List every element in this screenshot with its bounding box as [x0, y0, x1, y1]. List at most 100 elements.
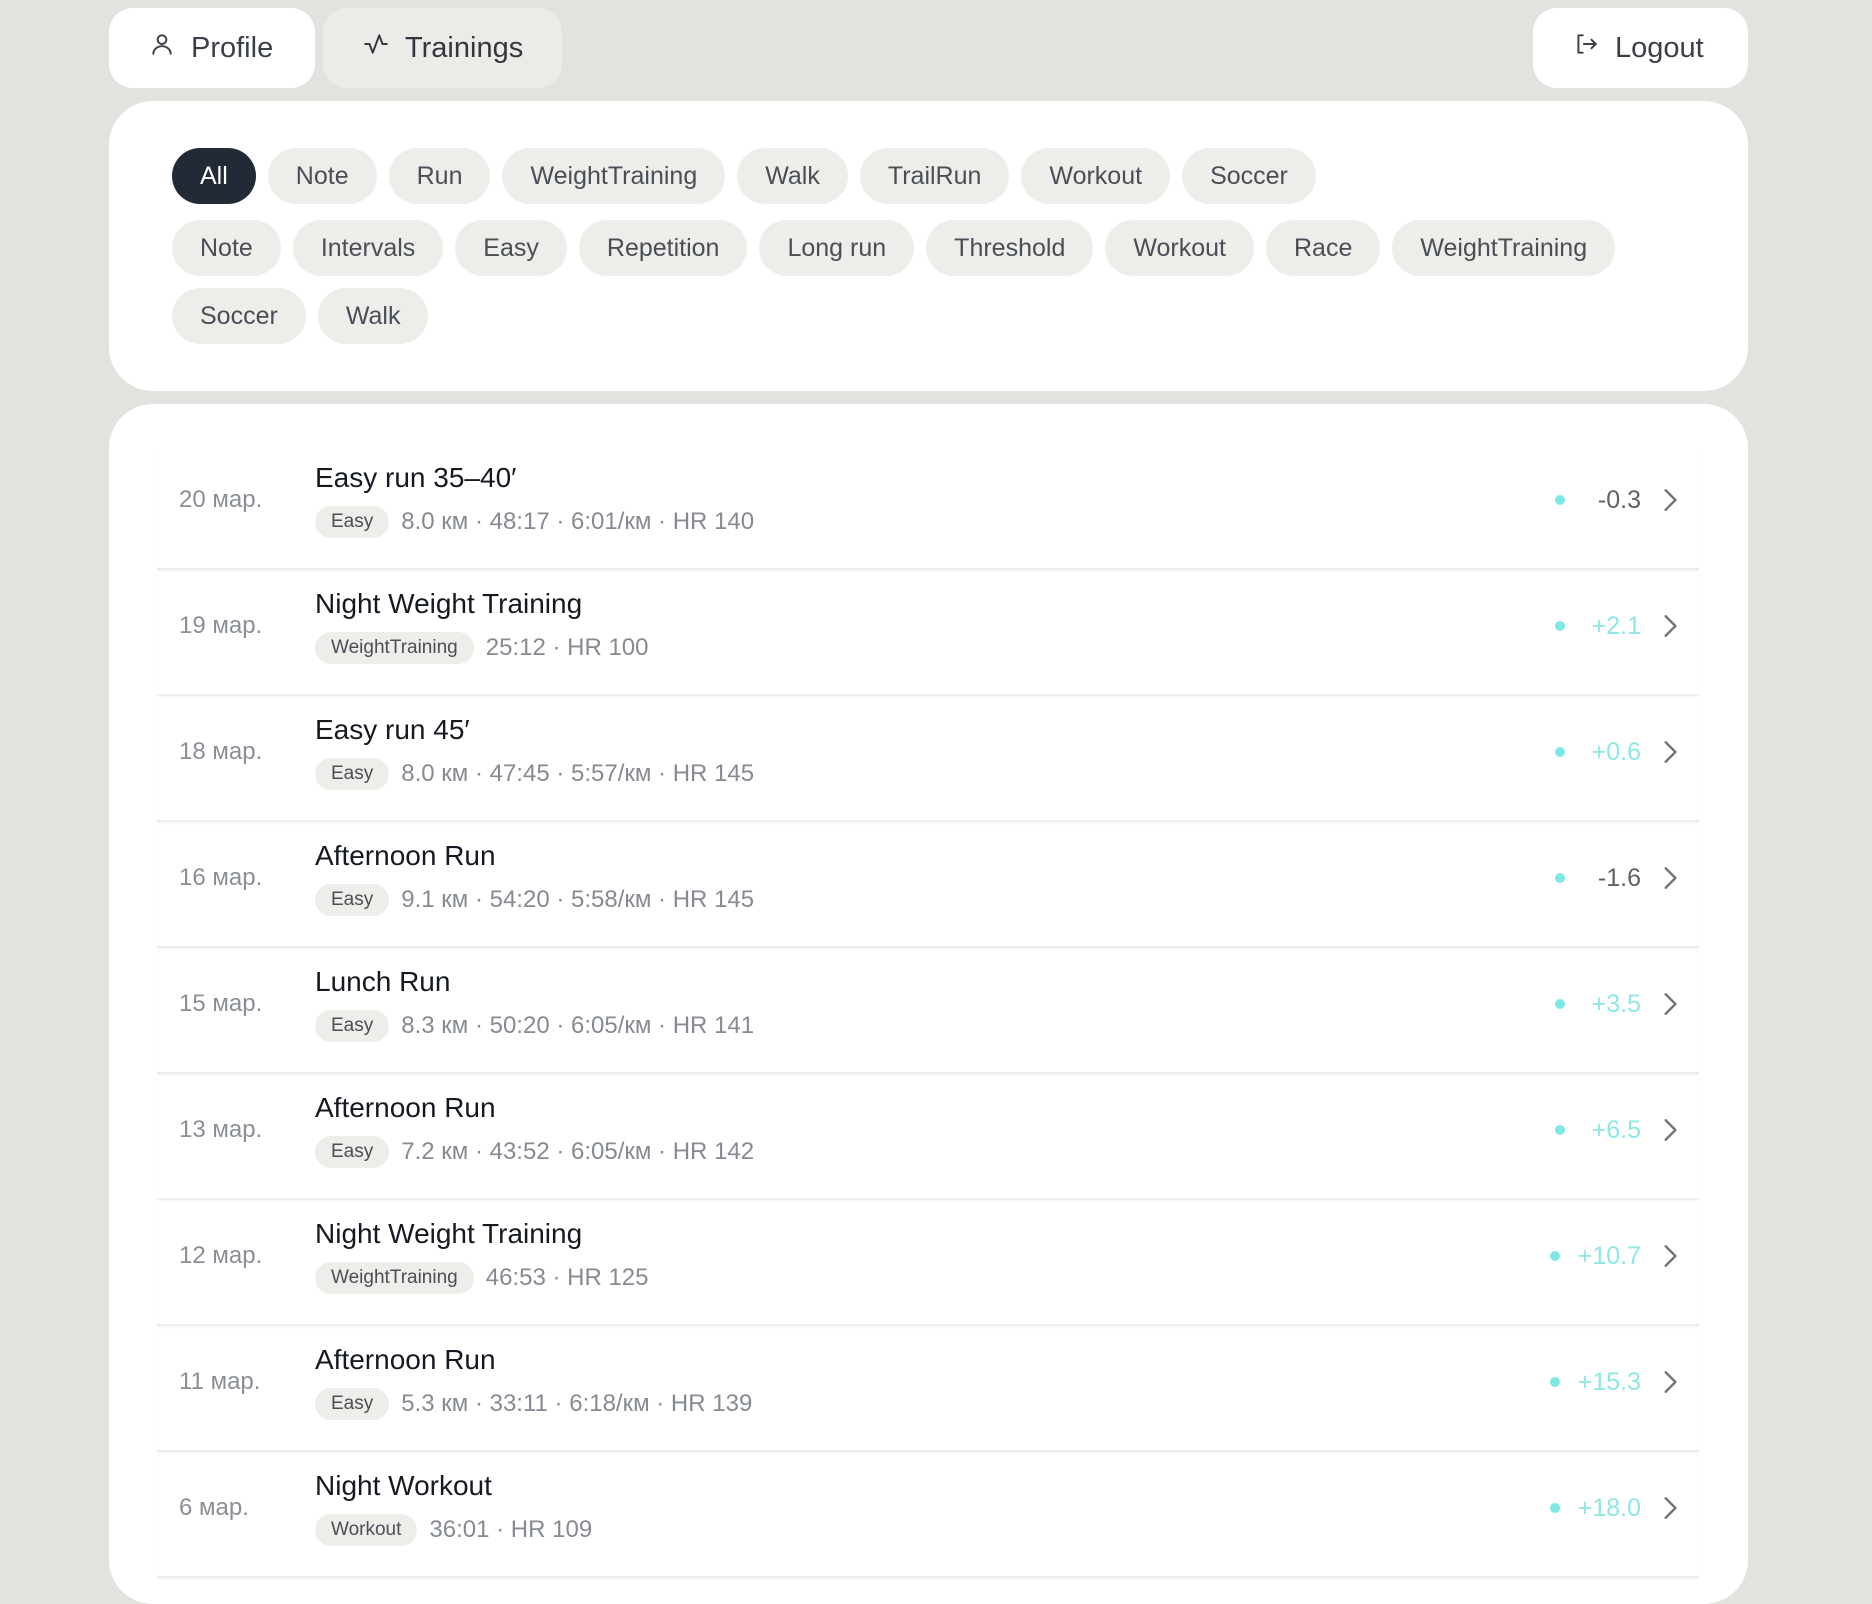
tag-chip-note[interactable]: Note: [172, 220, 281, 276]
trainings-button[interactable]: Trainings: [323, 8, 562, 88]
user-icon: [149, 31, 175, 65]
training-details: WeightTraining 25:12 · HR 100: [315, 632, 649, 664]
chevron-right-icon[interactable]: [1659, 1495, 1681, 1521]
training-trend: +3.5: [1555, 984, 1681, 1024]
training-tag: Easy: [315, 1388, 390, 1420]
training-meta: 25:12 · HR 100: [485, 634, 649, 661]
training-delta: +15.3: [1577, 1367, 1641, 1396]
training-trend: +18.0: [1549, 1488, 1681, 1528]
activity-icon: [363, 31, 389, 65]
chevron-right-icon[interactable]: [1659, 1243, 1681, 1269]
tag-chip-threshold[interactable]: Threshold: [926, 220, 1094, 276]
training-meta: 9.1 км · 54:20 · 5:58/км · HR 145: [401, 886, 755, 913]
training-trend: -1.6: [1555, 858, 1681, 898]
chevron-right-icon[interactable]: [1659, 865, 1681, 891]
training-row[interactable]: 13 мар. Afternoon Run Easy 7.2 км · 43:5…: [157, 1074, 1699, 1200]
training-title: Lunch Run: [315, 966, 451, 997]
training-details: WeightTraining 46:53 · HR 125: [315, 1262, 649, 1294]
tag-filter-row: Note Intervals Easy Repetition Long run …: [172, 220, 1616, 276]
training-row[interactable]: 20 мар. Easy run 35–40′ Easy 8.0 км · 48…: [157, 444, 1699, 570]
training-row[interactable]: 16 мар. Afternoon Run Easy 9.1 км · 54:2…: [157, 822, 1699, 948]
filter-chip-note[interactable]: Note: [267, 148, 377, 204]
tag-chip-workout[interactable]: Workout: [1105, 220, 1254, 276]
filter-chip-trailrun[interactable]: TrailRun: [859, 148, 1010, 204]
filter-chip-run[interactable]: Run: [388, 148, 491, 204]
training-trend: +10.7: [1549, 1236, 1681, 1276]
chevron-right-icon[interactable]: [1659, 739, 1681, 765]
training-trend: -0.3: [1555, 480, 1681, 520]
logout-label: Logout: [1615, 31, 1704, 64]
training-date: 16 мар.: [179, 864, 263, 891]
tag-chip-easy[interactable]: Easy: [455, 220, 567, 276]
trend-dot: [1549, 1251, 1560, 1261]
tag-chip-repetition[interactable]: Repetition: [578, 220, 748, 276]
training-title: Night Workout: [315, 1470, 492, 1501]
training-delta: +3.5: [1591, 989, 1641, 1018]
training-date: 19 мар.: [179, 612, 263, 639]
training-title: Afternoon Run: [315, 840, 496, 871]
filter-chip-weighttraining[interactable]: WeightTraining: [502, 148, 726, 204]
training-trend: +0.6: [1555, 732, 1681, 772]
tag-chip-walk[interactable]: Walk: [317, 288, 429, 344]
training-date: 20 мар.: [179, 486, 263, 513]
training-row[interactable]: 12 мар. Night Weight Training WeightTrai…: [157, 1200, 1699, 1326]
training-meta: 8.0 км · 47:45 · 5:57/км · HR 145: [401, 760, 755, 787]
training-row[interactable]: 6 мар. Night Workout Workout 36:01 · HR …: [157, 1452, 1699, 1578]
training-tag: Easy: [315, 1010, 390, 1042]
training-tag: Easy: [315, 758, 390, 790]
training-date: 18 мар.: [179, 738, 263, 765]
type-filter-row: All Note Run WeightTraining Walk TrailRu…: [172, 148, 1316, 204]
chevron-right-icon[interactable]: [1659, 1369, 1681, 1395]
training-details: Workout 36:01 · HR 109: [315, 1514, 592, 1546]
training-meta: 5.3 км · 33:11 · 6:18/км · HR 139: [401, 1390, 753, 1417]
training-details: Easy 7.2 км · 43:52 · 6:05/км · HR 142: [315, 1136, 754, 1168]
training-date: 6 мар.: [179, 1494, 249, 1521]
filters-panel: All Note Run WeightTraining Walk TrailRu…: [109, 101, 1748, 391]
training-trend: +15.3: [1549, 1362, 1681, 1402]
trainings-list-panel: 20 мар. Easy run 35–40′ Easy 8.0 км · 48…: [109, 404, 1748, 1604]
logout-button[interactable]: Logout: [1533, 8, 1748, 88]
training-tag: Easy: [315, 506, 390, 538]
tag-filter-row-2: Soccer Walk: [172, 288, 429, 344]
training-row[interactable]: 15 мар. Lunch Run Easy 8.3 км · 50:20 · …: [157, 948, 1699, 1074]
training-title: Easy run 35–40′: [315, 462, 517, 493]
training-trend: +6.5: [1555, 1110, 1681, 1150]
tag-chip-weighttraining[interactable]: WeightTraining: [1392, 220, 1616, 276]
chevron-right-icon[interactable]: [1659, 613, 1681, 639]
training-title: Easy run 45′: [315, 714, 470, 745]
training-details: Easy 5.3 км · 33:11 · 6:18/км · HR 139: [315, 1388, 752, 1420]
training-details: Easy 8.0 км · 48:17 · 6:01/км · HR 140: [315, 506, 754, 538]
training-details: Easy 9.1 км · 54:20 · 5:58/км · HR 145: [315, 884, 754, 916]
training-row[interactable]: 18 мар. Easy run 45′ Easy 8.0 км · 47:45…: [157, 696, 1699, 822]
filter-chip-workout[interactable]: Workout: [1021, 148, 1171, 204]
filter-chip-all[interactable]: All: [172, 148, 256, 204]
training-tag: Easy: [315, 1136, 390, 1168]
logout-icon: [1573, 31, 1599, 65]
filter-chip-walk[interactable]: Walk: [737, 148, 848, 204]
training-row[interactable]: 11 мар. Afternoon Run Easy 5.3 км · 33:1…: [157, 1326, 1699, 1452]
filter-chip-soccer[interactable]: Soccer: [1182, 148, 1316, 204]
tag-chip-long-run[interactable]: Long run: [759, 220, 915, 276]
training-title: Afternoon Run: [315, 1344, 496, 1375]
trend-dot: [1555, 873, 1565, 883]
trend-dot: [1555, 621, 1565, 631]
training-meta: 36:01 · HR 109: [429, 1516, 593, 1543]
tag-chip-intervals[interactable]: Intervals: [292, 220, 444, 276]
training-tag: WeightTraining: [315, 632, 474, 664]
trainings-label: Trainings: [405, 31, 524, 64]
chevron-right-icon[interactable]: [1659, 1117, 1681, 1143]
trend-dot: [1549, 1377, 1560, 1387]
tag-chip-soccer[interactable]: Soccer: [172, 288, 306, 344]
tag-chip-race[interactable]: Race: [1265, 220, 1381, 276]
training-date: 12 мар.: [179, 1242, 263, 1269]
training-delta: +2.1: [1591, 611, 1641, 640]
training-title: Night Weight Training: [315, 1218, 583, 1249]
training-delta: +18.0: [1577, 1493, 1641, 1522]
chevron-right-icon[interactable]: [1659, 991, 1681, 1017]
training-row[interactable]: 19 мар. Night Weight Training WeightTrai…: [157, 570, 1699, 696]
profile-button[interactable]: Profile: [109, 8, 315, 88]
training-details: Easy 8.3 км · 50:20 · 6:05/км · HR 141: [315, 1010, 754, 1042]
training-delta: +6.5: [1591, 1115, 1641, 1144]
chevron-right-icon[interactable]: [1659, 487, 1681, 513]
training-tag: WeightTraining: [315, 1262, 474, 1294]
